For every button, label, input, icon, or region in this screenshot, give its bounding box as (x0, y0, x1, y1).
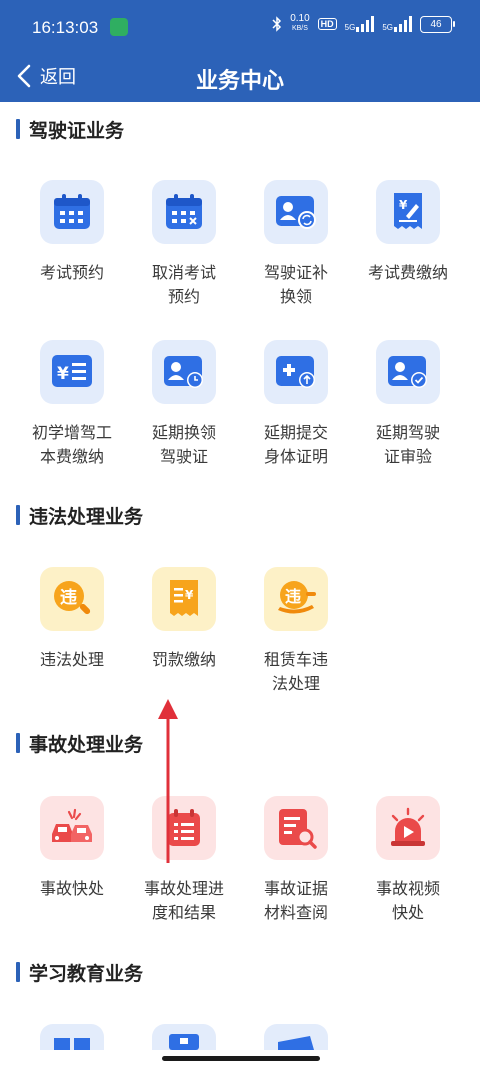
section-title-text: 事故处理业务 (29, 733, 144, 756)
fine-receipt-icon: ¥ (152, 567, 216, 631)
svg-text:¥: ¥ (185, 588, 194, 602)
tile-label: 罚款缴纳 (151, 650, 216, 669)
book-icon[interactable] (40, 1024, 104, 1050)
svg-text:违: 违 (285, 587, 301, 606)
svg-text:违: 违 (60, 587, 77, 608)
tile-label: 事故视频 快处 (375, 879, 440, 922)
license-renew-icon (264, 180, 328, 244)
tile-license-renew[interactable]: 驾驶证补 换领 (240, 180, 352, 309)
signal-1: 5G (345, 16, 375, 32)
section-title-text: 学习教育业务 (29, 962, 144, 985)
network-speed: 0.10 KB/S (290, 13, 310, 33)
section-accent-bar (16, 733, 20, 753)
tile-label: 延期换领 驾驶证 (151, 423, 216, 466)
tile-label: 初学增驾工 本费缴纳 (31, 423, 112, 466)
tile-label: 考试预约 (39, 263, 104, 282)
tile-label: 取消考试 预约 (151, 263, 216, 306)
tile-label: 考试费缴纳 (367, 263, 448, 282)
tile-label: 驾驶证补 换领 (263, 263, 328, 306)
section-title-education: 学习教育业务 (16, 959, 143, 985)
car-crash-icon (40, 796, 104, 860)
section-title-text: 驾驶证业务 (29, 119, 125, 142)
fee-receipt-icon: ¥ (376, 180, 440, 244)
signal-bars-icon (394, 16, 412, 32)
app-notification-icon (110, 18, 128, 36)
exam-paper-icon[interactable] (152, 1024, 216, 1050)
battery-icon: 46 (420, 15, 455, 33)
tile-label: 延期驾驶 证审验 (375, 423, 440, 466)
calendar-cancel-icon (152, 180, 216, 244)
medical-upload-icon (264, 340, 328, 404)
tile-exam-booking[interactable]: 考试预约 (16, 180, 128, 285)
yuan-list-icon: ¥ (40, 340, 104, 404)
nav-bar: 返回 业务中心 (0, 52, 480, 102)
section-title-text: 违法处理业务 (29, 505, 144, 528)
section-title-violation: 违法处理业务 (16, 502, 143, 528)
signal-bars-icon (356, 16, 375, 32)
license-check-icon (376, 340, 440, 404)
annotation-arrow (158, 699, 178, 863)
tile-cancel-exam[interactable]: 取消考试 预约 (128, 180, 240, 309)
section-accent-bar (16, 505, 20, 525)
tile-exam-fee[interactable]: ¥ 考试费缴纳 (352, 180, 464, 285)
status-bar: 16:13:03 0.10 KB/S HD 5G 5G 46 (0, 0, 480, 52)
tile-label: 延期提交 身体证明 (263, 423, 328, 466)
tile-label: 事故处理进 度和结果 (143, 879, 224, 922)
tile-accident-evidence[interactable]: 事故证据 材料查阅 (240, 796, 352, 925)
page-title: 业务中心 (195, 69, 284, 94)
tile-fine-payment[interactable]: ¥ 罚款缴纳 (128, 567, 240, 672)
section-accent-bar (16, 119, 20, 139)
rental-violation-icon: 违 (264, 567, 328, 631)
bluetooth-icon (272, 16, 282, 32)
license-clock-icon (152, 340, 216, 404)
svg-text:¥: ¥ (399, 198, 408, 212)
status-indicators: 0.10 KB/S HD 5G 5G 46 (272, 13, 455, 34)
evidence-search-icon (264, 796, 328, 860)
home-indicator[interactable] (162, 1056, 320, 1061)
status-time: 16:13:03 (32, 18, 99, 37)
alarm-video-icon (376, 796, 440, 860)
tile-delay-review[interactable]: 延期驾驶 证审验 (352, 340, 464, 469)
tile-label: 租赁车违 法处理 (263, 650, 328, 693)
tile-delay-medical[interactable]: 延期提交 身体证明 (240, 340, 352, 469)
section-title-license: 驾驶证业务 (16, 116, 124, 142)
tile-accident-video[interactable]: 事故视频 快处 (352, 796, 464, 925)
tile-accident-quick[interactable]: 事故快处 (16, 796, 128, 901)
education-row-clip (0, 1024, 480, 1050)
tile-label: 事故快处 (39, 879, 104, 898)
calendar-grid-icon (40, 180, 104, 244)
tile-delay-renew[interactable]: 延期换领 驾驶证 (128, 340, 240, 469)
hd-badge: HD (317, 18, 337, 30)
svg-text:¥: ¥ (57, 364, 69, 384)
card-icon[interactable] (264, 1024, 328, 1050)
tile-violation-handling[interactable]: 违 违法处理 (16, 567, 128, 672)
tile-label: 违法处理 (39, 650, 104, 669)
violation-search-icon: 违 (40, 567, 104, 631)
tile-rental-violation[interactable]: 违 租赁车违 法处理 (240, 567, 352, 696)
section-accent-bar (16, 962, 20, 982)
tile-beginner-fee[interactable]: ¥ 初学增驾工 本费缴纳 (16, 340, 128, 469)
signal-2: 5G (382, 16, 412, 32)
section-title-accident: 事故处理业务 (16, 730, 143, 756)
tile-label: 事故证据 材料查阅 (263, 879, 328, 922)
